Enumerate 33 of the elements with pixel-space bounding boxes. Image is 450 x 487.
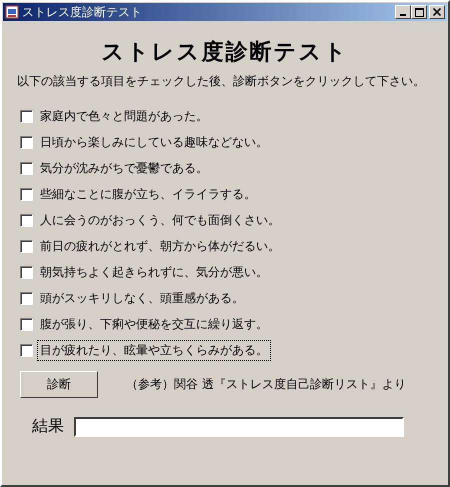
maximize-icon xyxy=(414,8,424,16)
checkbox-label[interactable]: 目が疲れたり、眩暈や立ちくらみがある。 xyxy=(37,340,271,360)
maximize-button[interactable] xyxy=(411,5,427,19)
checkbox[interactable] xyxy=(20,318,33,330)
reference-text: （参考）関谷 透『ストレス度自己診断リスト』より xyxy=(126,376,406,393)
result-label: 結果 xyxy=(32,416,64,437)
checkbox[interactable] xyxy=(20,266,33,278)
checkbox[interactable] xyxy=(20,162,33,174)
checkbox-label[interactable]: 朝気持ちよく起きられずに、気分が悪い。 xyxy=(37,262,271,282)
window-title: ストレス度診断テスト xyxy=(22,4,143,20)
checkbox[interactable] xyxy=(20,214,33,226)
checkbox[interactable] xyxy=(20,136,33,148)
app-icon xyxy=(5,5,19,19)
checkbox-label[interactable]: 前日の疲れがとれず、朝方から体がだるい。 xyxy=(37,236,283,256)
checkbox-label[interactable]: 家庭内で色々と問題があった。 xyxy=(37,106,211,126)
close-icon xyxy=(433,8,441,16)
checkbox-label[interactable]: 頭がスッキリしなく、頭重感がある。 xyxy=(37,288,247,308)
checkbox[interactable] xyxy=(20,188,33,200)
checkbox[interactable] xyxy=(20,110,33,122)
instruction-text: 以下の該当する項目をチェックした後、診断ボタンをクリックして下さい。 xyxy=(17,73,426,89)
checkbox-label[interactable]: 人に会うのがおっくう、何でも面倒くさい。 xyxy=(37,210,283,230)
checkbox-label[interactable]: 些細なことに腹が立ち、イライラする。 xyxy=(37,184,259,204)
checkbox-label[interactable]: 気分が沈みがちで憂鬱である。 xyxy=(37,158,211,178)
checkbox[interactable] xyxy=(20,292,33,304)
close-button[interactable] xyxy=(429,5,445,19)
checkbox[interactable] xyxy=(20,344,33,356)
result-field[interactable] xyxy=(74,416,404,436)
heading: ストレス度診断テスト xyxy=(100,39,350,67)
minimize-button[interactable] xyxy=(395,5,411,19)
checkbox[interactable] xyxy=(20,240,33,252)
checkbox-label[interactable]: 日頃から楽しみにしている趣味などない。 xyxy=(37,132,271,152)
diagnose-button[interactable]: 診断 xyxy=(20,371,98,398)
checkbox-label[interactable]: 腹が張り、下痢や便秘を交互に繰り返す。 xyxy=(37,314,271,334)
